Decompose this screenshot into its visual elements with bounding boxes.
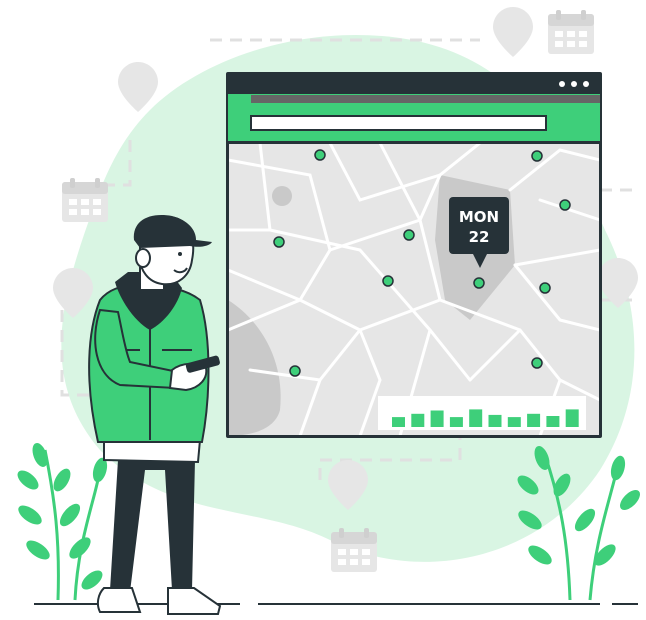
calendar-icon — [548, 10, 594, 54]
map-marker[interactable] — [273, 236, 285, 248]
bar-widget-bar — [527, 413, 541, 427]
bar-widget-bar — [565, 409, 579, 427]
map-marker[interactable] — [531, 357, 543, 369]
window-dot-icon[interactable] — [559, 81, 565, 87]
location-pin-icon — [118, 62, 158, 112]
bar-widget[interactable] — [378, 396, 586, 430]
bar-widget-bar — [507, 417, 521, 427]
bar-widget-bar — [488, 414, 502, 427]
date-tag-day: MON — [459, 208, 499, 226]
map-marker[interactable] — [382, 275, 394, 287]
person-shoe — [96, 587, 142, 613]
bar-widget-bar — [430, 410, 444, 427]
date-tag-date: 22 — [469, 228, 490, 246]
location-pin-icon — [493, 7, 533, 57]
window-controls[interactable] — [559, 81, 589, 87]
calendar-icon — [62, 178, 108, 222]
map-marker[interactable] — [289, 365, 301, 377]
map-marker[interactable] — [314, 149, 326, 161]
window-dot-icon[interactable] — [583, 81, 589, 87]
bar-widget-bar — [449, 417, 463, 427]
address-bar[interactable] — [250, 115, 547, 131]
title-bar — [228, 74, 600, 94]
bar-widget-bar — [546, 416, 560, 427]
map-marker[interactable] — [559, 199, 571, 211]
map-marker[interactable] — [531, 150, 543, 162]
bar-widget-bar — [411, 413, 425, 427]
bar-widget-bar — [469, 409, 483, 427]
map-marker[interactable] — [539, 282, 551, 294]
window-dot-icon[interactable] — [571, 81, 577, 87]
map-view[interactable]: MON 22 — [228, 143, 600, 436]
calendar-icon — [331, 528, 377, 572]
plant-icon — [17, 443, 108, 601]
map-roundabout — [272, 186, 292, 206]
browser-window: MON 22 — [226, 72, 602, 438]
bar-widget-bar — [392, 417, 405, 427]
person-shoe — [167, 587, 222, 615]
map-marker[interactable] — [473, 277, 485, 289]
toolbar-shadow — [251, 95, 600, 103]
map-marker[interactable] — [403, 229, 415, 241]
